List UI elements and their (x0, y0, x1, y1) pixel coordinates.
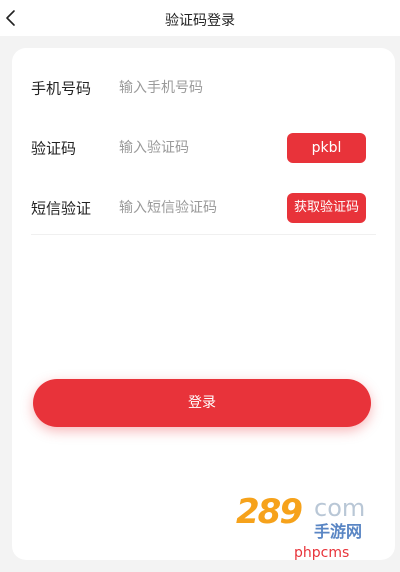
sms-label: 短信验证 (31, 199, 92, 218)
login-button[interactable]: 登录 (33, 379, 371, 427)
captcha-input[interactable] (119, 134, 279, 162)
watermark-logo: 289 com 手游网 (236, 492, 386, 541)
captcha-row: 验证码 pkbl (12, 118, 395, 178)
watermark-logo-subtitle: 手游网 (314, 522, 363, 541)
page-title: 验证码登录 (165, 13, 235, 29)
get-sms-code-button[interactable]: 获取验证码 (287, 193, 366, 223)
captcha-label: 验证码 (31, 139, 77, 158)
watermark-text: phpcms (294, 545, 350, 561)
sms-row: 短信验证 获取验证码 (12, 178, 395, 238)
phone-label: 手机号码 (31, 79, 92, 98)
sms-input[interactable] (119, 194, 279, 222)
phone-row: 手机号码 (12, 58, 395, 118)
phone-input[interactable] (119, 74, 279, 102)
captcha-image-button[interactable]: pkbl (287, 133, 366, 163)
watermark-logo-number: 289 (236, 492, 303, 532)
login-card: 手机号码 验证码 pkbl 短信验证 获取验证码 登录 (12, 48, 395, 560)
top-bar: 验证码登录 (0, 0, 400, 36)
form-divider (31, 234, 376, 235)
